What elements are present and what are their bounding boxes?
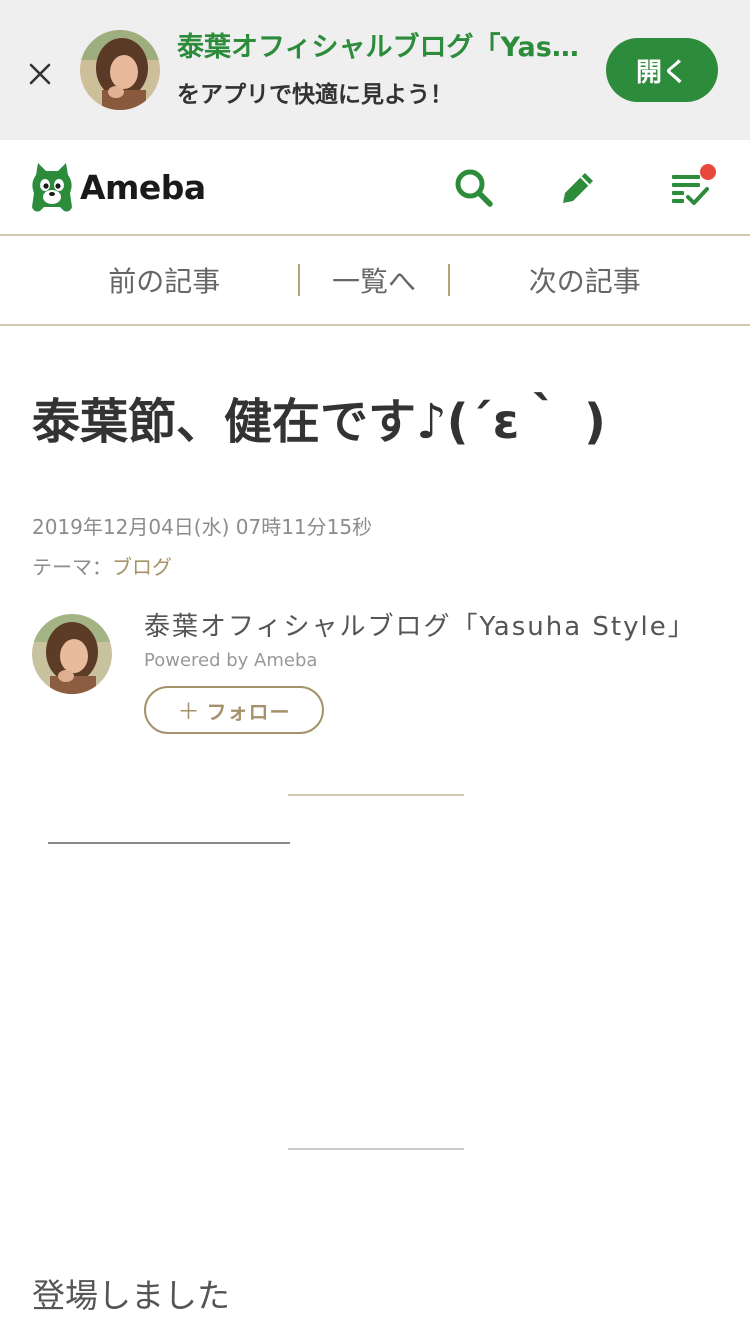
pencil-icon[interactable]	[556, 166, 600, 210]
follow-button[interactable]: ＋フォロー	[144, 686, 324, 734]
theme-link[interactable]: ブログ	[112, 555, 172, 579]
divider	[48, 842, 290, 844]
theme-prefix: テーマ：	[32, 555, 112, 579]
powered-by: Powered by Ameba	[144, 650, 318, 671]
entry-title: 泰葉節、健在です♪(´ε｀ )	[32, 394, 606, 450]
search-icon[interactable]	[452, 166, 496, 210]
article-nav: 前の記事 一覧へ 次の記事	[0, 236, 750, 326]
app-banner: 泰葉オフィシャルブログ「Yasuha Style」 をアプリで快適に見よう！ 開…	[0, 0, 750, 140]
entry-theme: テーマ：ブログ	[32, 552, 172, 582]
ameba-logo[interactable]: Ameba	[30, 160, 206, 214]
banner-subtitle: をアプリで快適に見よう！	[177, 82, 453, 108]
close-icon[interactable]	[22, 56, 58, 92]
entry-body-text: 登場しました	[32, 1276, 230, 1315]
plus-icon: ＋	[177, 699, 201, 724]
entry-date: 2019年12月04日(水) 07時11分15秒	[32, 515, 373, 539]
divider	[288, 794, 464, 796]
banner-app-title: 泰葉オフィシャルブログ「Yasuha Style」	[177, 32, 592, 63]
prev-article-link[interactable]: 前の記事	[0, 260, 298, 300]
ameba-mascot-icon	[32, 163, 72, 212]
divider	[288, 1148, 464, 1150]
banner-avatar	[80, 30, 160, 110]
open-app-button[interactable]: 開く	[606, 38, 718, 102]
notification-badge	[700, 164, 716, 180]
article-list-link[interactable]: 一覧へ	[300, 260, 447, 300]
feed-checklist-icon[interactable]	[668, 164, 716, 210]
author-avatar[interactable]	[32, 614, 112, 694]
follow-label: フォロー	[206, 701, 291, 724]
logo-text: Ameba	[80, 167, 206, 207]
next-article-link[interactable]: 次の記事	[450, 260, 750, 300]
blog-name[interactable]: 泰葉オフィシャルブログ「Yasuha Style」	[144, 608, 696, 646]
site-header: Ameba	[0, 140, 750, 236]
